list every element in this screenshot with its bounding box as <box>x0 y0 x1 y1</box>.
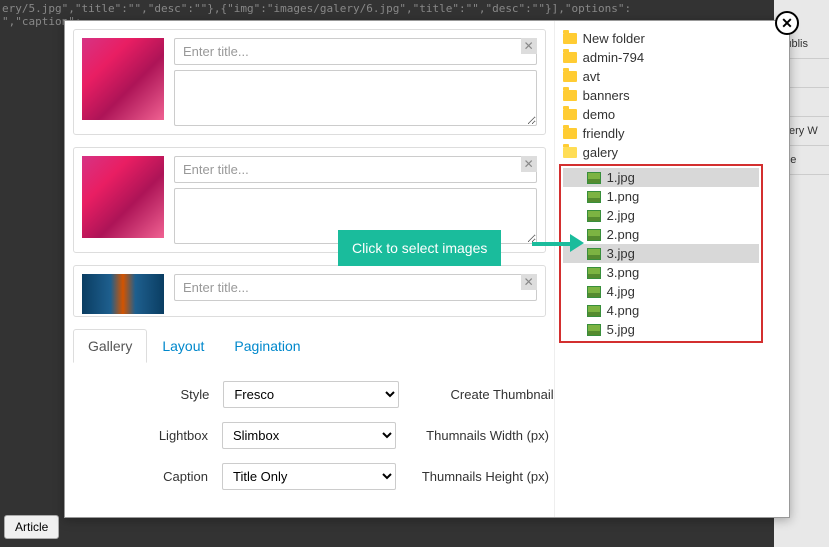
folder-item[interactable]: New folder <box>559 29 763 48</box>
folder-open-icon <box>563 147 577 158</box>
file-item[interactable]: 4.jpg <box>563 282 759 301</box>
image-icon <box>587 191 601 203</box>
file-item[interactable]: 2.jpg <box>563 206 759 225</box>
folder-item[interactable]: friendly <box>559 124 763 143</box>
tooltip-callout: Click to select images <box>338 230 501 266</box>
file-item[interactable]: 1.png <box>563 187 759 206</box>
remove-item-icon[interactable]: ✕ <box>521 156 537 172</box>
folder-icon <box>563 128 577 139</box>
tab-layout[interactable]: Layout <box>147 329 219 363</box>
folder-icon <box>563 33 577 44</box>
image-icon <box>587 305 601 317</box>
folder-item[interactable]: galery <box>559 143 763 162</box>
file-label: 2.jpg <box>607 208 635 223</box>
title-input[interactable] <box>174 156 537 183</box>
settings-panel: Style Fresco Create Thumbnail Yes Lightb… <box>73 363 554 514</box>
style-label: Style <box>83 387 209 402</box>
folder-label: banners <box>583 88 630 103</box>
tab-pagination[interactable]: Pagination <box>219 329 315 363</box>
folder-icon <box>563 109 577 120</box>
file-item[interactable]: 1.jpg <box>563 168 759 187</box>
file-label: 1.jpg <box>607 170 635 185</box>
style-select[interactable]: Fresco <box>223 381 398 408</box>
title-input[interactable] <box>174 274 537 301</box>
image-icon <box>587 248 601 260</box>
folder-icon <box>563 90 577 101</box>
file-item[interactable]: 3.png <box>563 263 759 282</box>
folder-item[interactable]: banners <box>559 86 763 105</box>
create-thumb-label: Create Thumbnail <box>413 387 554 402</box>
folder-label: avt <box>583 69 600 84</box>
file-label: 2.png <box>607 227 640 242</box>
file-tree: New folder admin-794 avt banners demo fr… <box>554 21 767 517</box>
lightbox-select[interactable]: Slimbox <box>222 422 396 449</box>
caption-select[interactable]: Title Only <box>222 463 396 490</box>
image-icon <box>587 324 601 336</box>
folder-label: New folder <box>583 31 645 46</box>
image-icon <box>587 172 601 184</box>
left-panel: ✕ ✕ ✕ Gallery Layout Paginat <box>65 21 554 517</box>
article-button[interactable]: Article <box>4 515 59 539</box>
description-textarea[interactable] <box>174 70 537 126</box>
file-label: 3.jpg <box>607 246 635 261</box>
folder-label: friendly <box>583 126 625 141</box>
bg-bottom-toolbar: Article <box>0 515 59 539</box>
file-item[interactable]: 4.png <box>563 301 759 320</box>
folder-icon <box>563 52 577 63</box>
folder-label: galery <box>583 145 618 160</box>
file-item[interactable]: 3.jpg <box>563 244 759 263</box>
tabs: Gallery Layout Pagination <box>73 329 546 363</box>
close-icon[interactable]: ✕ <box>775 11 799 35</box>
image-icon <box>587 210 601 222</box>
file-label: 3.png <box>607 265 640 280</box>
file-label: 4.jpg <box>607 284 635 299</box>
thumbnail-image <box>82 274 164 314</box>
thumb-height-label: Thumnails Height (px) <box>410 469 549 484</box>
gallery-modal: ✕ ✕ ✕ <box>64 20 790 518</box>
gallery-item: ✕ <box>73 29 546 135</box>
lightbox-label: Lightbox <box>83 428 208 443</box>
file-label: 1.png <box>607 189 640 204</box>
tab-gallery[interactable]: Gallery <box>73 329 147 363</box>
image-icon <box>587 286 601 298</box>
title-input[interactable] <box>174 38 537 65</box>
caption-label: Caption <box>83 469 208 484</box>
outer-scrollbar[interactable] <box>767 21 789 517</box>
file-highlight-box: 1.jpg 1.png 2.jpg 2.png 3.jpg 3.png 4.jp… <box>559 164 763 343</box>
folder-label: admin-794 <box>583 50 644 65</box>
folder-icon <box>563 71 577 82</box>
image-icon <box>587 267 601 279</box>
file-label: 4.png <box>607 303 640 318</box>
folder-label: demo <box>583 107 616 122</box>
remove-item-icon[interactable]: ✕ <box>521 38 537 54</box>
file-item[interactable]: 2.png <box>563 225 759 244</box>
folder-item[interactable]: demo <box>559 105 763 124</box>
image-icon <box>587 229 601 241</box>
gallery-item: ✕ <box>73 265 546 317</box>
file-label: 5.jpg <box>607 322 635 337</box>
thumbnail-image <box>82 156 164 238</box>
folder-item[interactable]: admin-794 <box>559 48 763 67</box>
file-item[interactable]: 5.jpg <box>563 320 759 339</box>
remove-item-icon[interactable]: ✕ <box>521 274 537 290</box>
arrow-icon <box>532 234 584 252</box>
thumb-width-label: Thumnails Width (px) <box>410 428 549 443</box>
thumbnail-image <box>82 38 164 120</box>
folder-item[interactable]: avt <box>559 67 763 86</box>
